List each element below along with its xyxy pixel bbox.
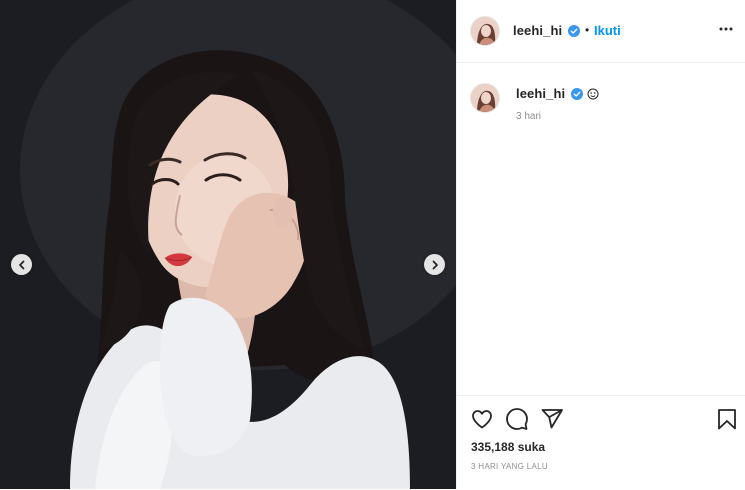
send-icon[interactable] (540, 407, 564, 431)
chevron-right-icon (432, 260, 438, 269)
instagram-post: leehi_hi • Ikuti leehi_hi 3 hari 335,188… (0, 0, 745, 489)
more-options-button[interactable] (716, 22, 736, 36)
post-date[interactable]: 3 HARI YANG LALU (471, 462, 548, 471)
likes-count[interactable]: 335,188 suka (471, 440, 545, 454)
follow-button[interactable]: Ikuti (594, 23, 621, 38)
portrait-image (0, 0, 456, 489)
avatar[interactable] (471, 17, 499, 45)
avatar-image (471, 84, 499, 112)
verified-badge-icon (571, 88, 583, 100)
verified-badge-icon (568, 25, 580, 37)
more-options-icon (719, 27, 733, 31)
post-photo (0, 0, 456, 489)
caption-timestamp: 3 hari (516, 111, 542, 122)
post-side-panel: leehi_hi • Ikuti leehi_hi 3 hari 335,188… (456, 0, 745, 489)
heart-icon[interactable] (470, 407, 494, 431)
separator-dot: • (585, 23, 590, 37)
comment-icon[interactable] (505, 407, 529, 431)
next-photo-button[interactable] (424, 254, 445, 275)
previous-photo-button[interactable] (11, 254, 32, 275)
username[interactable]: leehi_hi (513, 23, 562, 38)
bookmark-icon[interactable] (715, 407, 739, 431)
caption-avatar[interactable] (471, 84, 499, 112)
chevron-left-icon (18, 260, 24, 269)
caption-username[interactable]: leehi_hi (516, 86, 565, 101)
post-header: leehi_hi • Ikuti (457, 0, 745, 63)
emoji-face-icon (587, 88, 599, 100)
avatar-image (471, 17, 499, 45)
post-actions: 335,188 suka 3 HARI YANG LALU (457, 395, 745, 490)
